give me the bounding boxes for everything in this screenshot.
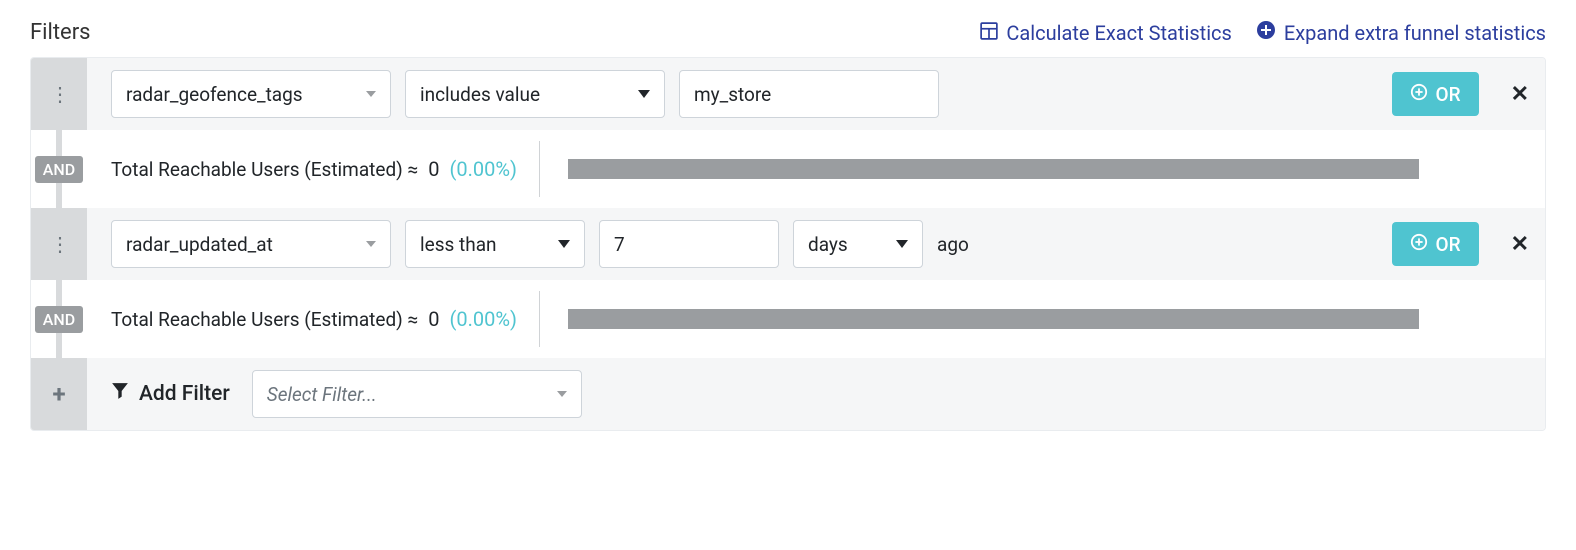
- stats-row: AND Total Reachable Users (Estimated) ≈ …: [31, 130, 1545, 208]
- divider: [539, 291, 540, 347]
- filter-row: ⋮ radar_updated_at less than 7 days ago: [31, 208, 1545, 280]
- operator-select[interactable]: less than: [405, 220, 585, 268]
- stats-percent: (0.00%): [449, 157, 516, 181]
- stats-bar: [568, 159, 1419, 179]
- add-handle[interactable]: +: [31, 358, 87, 430]
- chevron-down-icon: [896, 240, 908, 248]
- and-badge: AND: [35, 306, 83, 333]
- drag-handle[interactable]: ⋮: [31, 208, 87, 280]
- plus-circle-icon: [1410, 83, 1428, 106]
- field-select[interactable]: radar_updated_at: [111, 220, 391, 268]
- add-filter-text: Add Filter: [139, 382, 230, 406]
- operator-select[interactable]: includes value: [405, 70, 665, 118]
- number-input[interactable]: 7: [599, 220, 779, 268]
- or-button-label: OR: [1436, 83, 1461, 106]
- chevron-down-icon: [557, 391, 567, 397]
- stats-label: Total Reachable Users (Estimated) ≈: [111, 158, 418, 181]
- table-icon: [980, 21, 998, 45]
- expand-stats-label: Expand extra funnel statistics: [1284, 21, 1546, 45]
- plus-circle-icon: [1256, 20, 1276, 45]
- field-select[interactable]: radar_geofence_tags: [111, 70, 391, 118]
- stats-value: 0: [428, 157, 439, 181]
- or-button-label: OR: [1436, 233, 1461, 256]
- number-input-text: 7: [614, 233, 625, 256]
- drag-icon: ⋮: [50, 82, 68, 106]
- stats-row: AND Total Reachable Users (Estimated) ≈ …: [31, 280, 1545, 358]
- stats-label: Total Reachable Users (Estimated) ≈: [111, 308, 418, 331]
- value-input[interactable]: my_store: [679, 70, 939, 118]
- divider: [539, 141, 540, 197]
- or-button[interactable]: OR: [1392, 72, 1479, 116]
- page-title: Filters: [30, 20, 91, 45]
- or-button[interactable]: OR: [1392, 222, 1479, 266]
- field-select-value: radar_updated_at: [126, 233, 273, 256]
- chevron-down-icon: [366, 241, 376, 247]
- filter-row: ⋮ radar_geofence_tags includes value my_…: [31, 58, 1545, 130]
- and-badge: AND: [35, 156, 83, 183]
- drag-handle[interactable]: ⋮: [31, 58, 87, 130]
- calculate-stats-label: Calculate Exact Statistics: [1006, 21, 1231, 45]
- calculate-stats-link[interactable]: Calculate Exact Statistics: [980, 21, 1231, 45]
- stats-bar: [568, 309, 1419, 329]
- stats-percent: (0.00%): [449, 307, 516, 331]
- remove-filter-button[interactable]: ✕: [1511, 232, 1529, 257]
- field-select-value: radar_geofence_tags: [126, 83, 303, 106]
- chevron-down-icon: [366, 91, 376, 97]
- unit-select[interactable]: days: [793, 220, 923, 268]
- chevron-down-icon: [638, 90, 650, 98]
- plus-circle-icon: [1410, 233, 1428, 256]
- value-input-text: my_store: [694, 83, 771, 106]
- funnel-icon: [111, 382, 129, 406]
- remove-filter-button[interactable]: ✕: [1511, 82, 1529, 107]
- unit-select-value: days: [808, 233, 848, 256]
- operator-select-value: less than: [420, 233, 497, 256]
- add-filter-row: + Add Filter Select Filter...: [31, 358, 1545, 430]
- add-filter-select[interactable]: Select Filter...: [252, 370, 582, 418]
- suffix-label: ago: [937, 233, 969, 256]
- drag-icon: ⋮: [50, 232, 68, 256]
- add-filter-label: Add Filter: [111, 382, 230, 406]
- stats-value: 0: [428, 307, 439, 331]
- add-filter-placeholder: Select Filter...: [267, 383, 377, 406]
- expand-stats-link[interactable]: Expand extra funnel statistics: [1256, 20, 1546, 45]
- operator-select-value: includes value: [420, 83, 540, 106]
- chevron-down-icon: [558, 240, 570, 248]
